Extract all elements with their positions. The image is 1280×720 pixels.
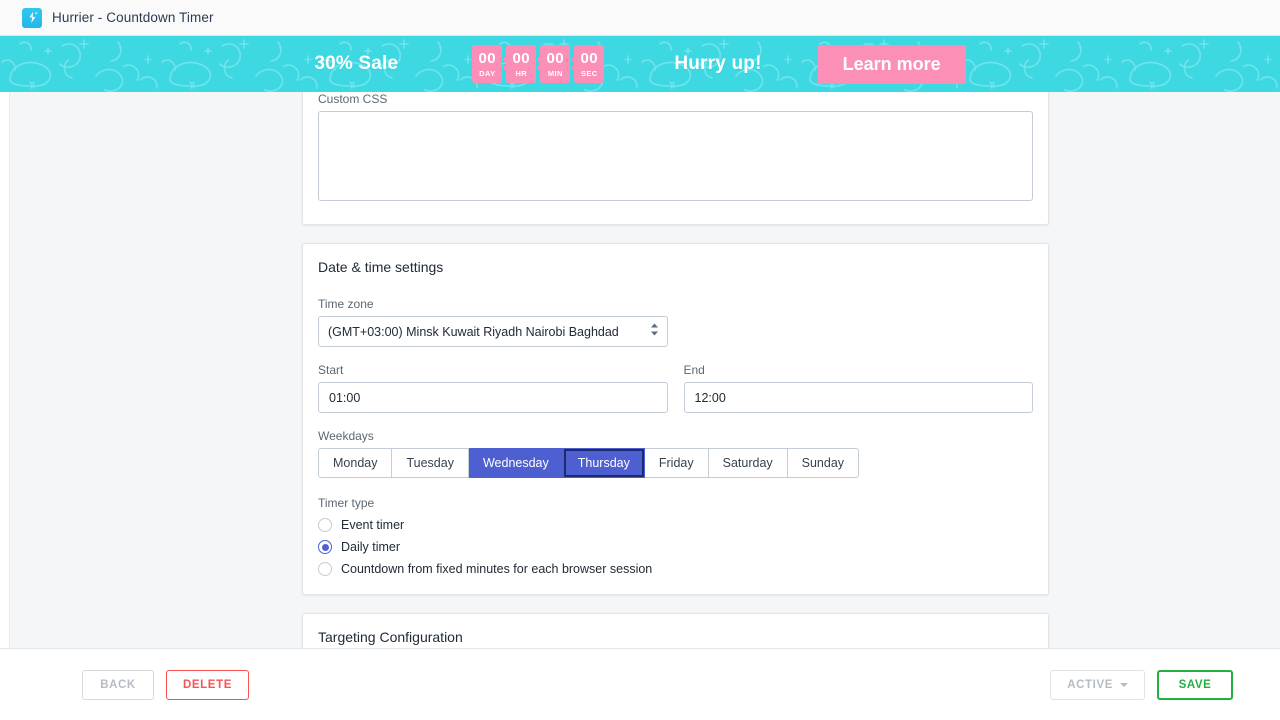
countdown-value-sec: 00 — [580, 51, 598, 66]
end-field: End — [684, 363, 1034, 413]
app-header: Hurrier - Countdown Timer — [0, 0, 1280, 36]
weekdays-label: Weekdays — [318, 429, 1033, 443]
countdown-unit-min: MIN — [548, 70, 563, 78]
left-actions: BACK DELETE — [82, 670, 249, 700]
date-time-settings-card: Date & time settings Time zone (GMT+03:0… — [302, 243, 1049, 595]
banner-right-text: Hurry up! — [674, 53, 761, 75]
weekday-sunday[interactable]: Sunday — [788, 448, 859, 478]
timer-type-label: Timer type — [318, 496, 1033, 510]
countdown-cell-hr: 00 HR — [506, 45, 536, 83]
countdown-unit-day: DAY — [479, 70, 495, 78]
weekday-thursday[interactable]: Thursday — [564, 448, 645, 478]
custom-css-label: Custom CSS — [318, 92, 1033, 106]
chevron-down-icon — [1120, 683, 1128, 687]
countdown-cell-sec: 00 SEC — [574, 45, 604, 83]
active-status-dropdown[interactable]: ACTIVE — [1050, 670, 1145, 700]
countdown-cell-min: 00 MIN — [540, 45, 570, 83]
weekday-saturday[interactable]: Saturday — [709, 448, 788, 478]
countdown-banner-preview: 30% Sale 00 DAY 00 HR 00 MIN 00 SEC Hurr… — [0, 36, 1280, 92]
end-label: End — [684, 363, 1034, 377]
countdown-unit-sec: SEC — [581, 70, 598, 78]
delete-button[interactable]: DELETE — [166, 670, 249, 700]
countdown-value-day: 00 — [478, 51, 496, 66]
timezone-select[interactable]: (GMT+03:00) Minsk Kuwait Riyadh Nairobi … — [318, 316, 668, 347]
learn-more-button[interactable]: Learn more — [818, 45, 966, 84]
countdown-value-hr: 00 — [512, 51, 530, 66]
action-bar: BACK DELETE ACTIVE SAVE — [0, 648, 1280, 720]
active-status-label: ACTIVE — [1067, 679, 1113, 691]
start-end-row: Start End — [318, 363, 1033, 413]
settings-content: Custom CSS Date & time settings Time zon… — [302, 92, 1049, 648]
timer-type-label-session[interactable]: Countdown from fixed minutes for each br… — [341, 562, 652, 576]
timer-type-label-event[interactable]: Event timer — [341, 518, 404, 532]
timezone-label: Time zone — [318, 297, 1033, 311]
weekday-monday[interactable]: Monday — [318, 448, 392, 478]
save-button[interactable]: SAVE — [1157, 670, 1233, 700]
radio-session-countdown[interactable] — [318, 562, 332, 576]
app-title: Hurrier - Countdown Timer — [52, 10, 214, 25]
timer-type-option-session[interactable]: Countdown from fixed minutes for each br… — [318, 562, 1033, 576]
date-time-settings-title: Date & time settings — [318, 259, 1033, 275]
radio-daily-timer[interactable] — [318, 540, 332, 554]
end-time-input[interactable] — [684, 382, 1034, 413]
targeting-configuration-title: Targeting Configuration — [318, 629, 1033, 645]
custom-css-card: Custom CSS — [302, 92, 1049, 225]
hurrier-app-icon — [22, 8, 42, 28]
targeting-configuration-card: Targeting Configuration Display on page — [302, 613, 1049, 648]
weekdays-selector: Monday Tuesday Wednesday Thursday Friday… — [318, 448, 859, 478]
weekday-wednesday[interactable]: Wednesday — [469, 448, 564, 478]
countdown-value-min: 00 — [546, 51, 564, 66]
timer-type-option-event[interactable]: Event timer — [318, 518, 1033, 532]
start-time-input[interactable] — [318, 382, 668, 413]
banner-left-text: 30% Sale — [314, 53, 398, 75]
start-label: Start — [318, 363, 668, 377]
left-rail — [0, 92, 10, 648]
timer-type-label-daily[interactable]: Daily timer — [341, 540, 400, 554]
weekday-friday[interactable]: Friday — [645, 448, 709, 478]
countdown-cell-day: 00 DAY — [472, 45, 502, 83]
timer-type-option-daily[interactable]: Daily timer — [318, 540, 1033, 554]
countdown-counter: 00 DAY 00 HR 00 MIN 00 SEC — [472, 45, 604, 83]
radio-event-timer[interactable] — [318, 518, 332, 532]
custom-css-input[interactable] — [318, 111, 1033, 201]
settings-page: Custom CSS Date & time settings Time zon… — [0, 92, 1280, 648]
timezone-select-wrap: (GMT+03:00) Minsk Kuwait Riyadh Nairobi … — [318, 316, 668, 347]
countdown-unit-hr: HR — [515, 70, 527, 78]
start-field: Start — [318, 363, 668, 413]
weekday-tuesday[interactable]: Tuesday — [392, 448, 468, 478]
back-button[interactable]: BACK — [82, 670, 154, 700]
right-actions: ACTIVE SAVE — [1050, 670, 1233, 700]
